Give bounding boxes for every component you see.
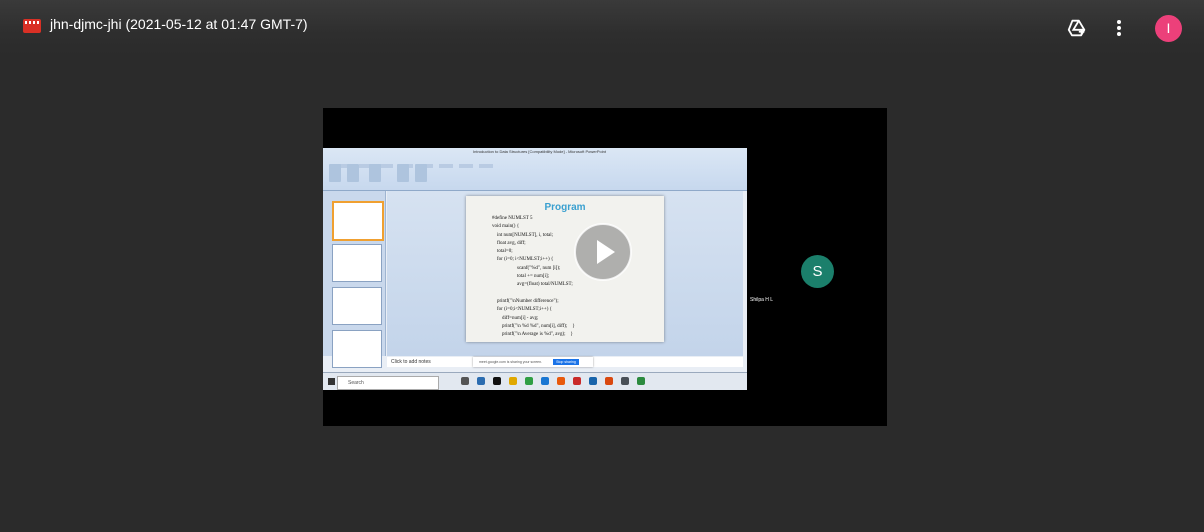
code-line: printf("\n %d %d", num[i], diff); } — [492, 323, 575, 329]
top-bar: jhn-djmc-jhi (2021-05-12 at 01:47 GMT-7)… — [0, 0, 1204, 56]
code-line: int num[NUMLST], i, total; — [492, 232, 553, 238]
ribbon-button — [347, 164, 359, 182]
video-player[interactable]: Introduction to Data Structures [Compati… — [323, 108, 887, 426]
windows-taskbar: Search — [323, 372, 747, 390]
slide-code: #define NUMLST 5 void main() { int num[NU… — [492, 215, 575, 339]
code-line: printf("\n Average is %d", avg); } — [492, 332, 573, 338]
ribbon-button — [415, 164, 427, 182]
ribbon-tabs — [339, 155, 739, 168]
more-vert-icon[interactable] — [1111, 17, 1127, 39]
slide-thumbnail — [332, 201, 384, 241]
add-to-drive-icon[interactable] — [1066, 17, 1088, 39]
code-line: printf("\nNumber difference"); — [492, 298, 559, 304]
share-bar-text: meet.google.com is sharing your screen. — [479, 360, 543, 364]
taskbar-app-icon — [589, 377, 597, 385]
code-line: scanf("%d", num [i]); — [492, 265, 561, 271]
recording-title: jhn-djmc-jhi (2021-05-12 at 01:47 GMT-7) — [50, 16, 308, 32]
code-line: for (i=0;i<NUMLST;i++) { — [492, 307, 553, 313]
taskbar-app-icon — [557, 377, 565, 385]
taskbar-app-icon — [525, 377, 533, 385]
taskbar-app-icon — [461, 377, 469, 385]
slide-title: Program — [544, 202, 586, 213]
windows-start-icon — [328, 378, 335, 385]
code-line: #define NUMLST 5 — [492, 216, 533, 221]
code-line: void main() { — [492, 224, 520, 230]
taskbar-search: Search — [337, 376, 439, 390]
powerpoint-ribbon: Introduction to Data Structures [Compati… — [323, 148, 747, 191]
taskbar-app-icon — [493, 377, 501, 385]
video-letterbox — [747, 108, 887, 227]
taskbar-app-icon — [637, 377, 645, 385]
slide-thumbnail — [332, 287, 382, 325]
stop-sharing-button: Stop sharing — [553, 359, 579, 365]
ribbon-button — [329, 164, 341, 182]
participant-avatar: S — [801, 255, 834, 288]
taskbar-app-icon — [621, 377, 629, 385]
taskbar-app-icon — [477, 377, 485, 385]
taskbar-app-icon — [605, 377, 613, 385]
code-line: for (i=0; i<NUMLST;i++) { — [492, 257, 554, 263]
taskbar-app-icon — [541, 377, 549, 385]
slide-thumbnails — [323, 191, 386, 368]
code-line: float avg, diff; — [492, 240, 526, 246]
taskbar-app-icon — [573, 377, 581, 385]
powerpoint-window-title: Introduction to Data Structures [Compati… — [473, 149, 606, 154]
shared-screen: Introduction to Data Structures [Compati… — [323, 148, 747, 390]
code-line: total=0; — [492, 249, 513, 255]
current-slide: Program #define NUMLST 5 void main() { in… — [466, 196, 664, 342]
participant-tile: S Shilpa H L — [747, 227, 887, 306]
screen-share-bar: meet.google.com is sharing your screen. … — [473, 357, 593, 367]
slide-thumbnail — [332, 244, 382, 282]
ribbon-button — [397, 164, 409, 182]
play-icon[interactable] — [573, 222, 633, 282]
code-line: avg=(float) total/NUMLST; — [492, 282, 573, 288]
code-line: diff=num[i] - avg; — [492, 315, 539, 321]
video-file-icon — [23, 19, 41, 33]
taskbar-app-icon — [509, 377, 517, 385]
video-letterbox — [747, 306, 887, 426]
slide-thumbnail — [332, 330, 382, 368]
slide-editor: Program #define NUMLST 5 void main() { in… — [387, 191, 743, 356]
account-avatar[interactable]: I — [1155, 15, 1182, 42]
code-line: total += num[i]; — [492, 274, 550, 280]
participant-name: Shilpa H L — [750, 297, 774, 303]
ribbon-button — [369, 164, 381, 182]
